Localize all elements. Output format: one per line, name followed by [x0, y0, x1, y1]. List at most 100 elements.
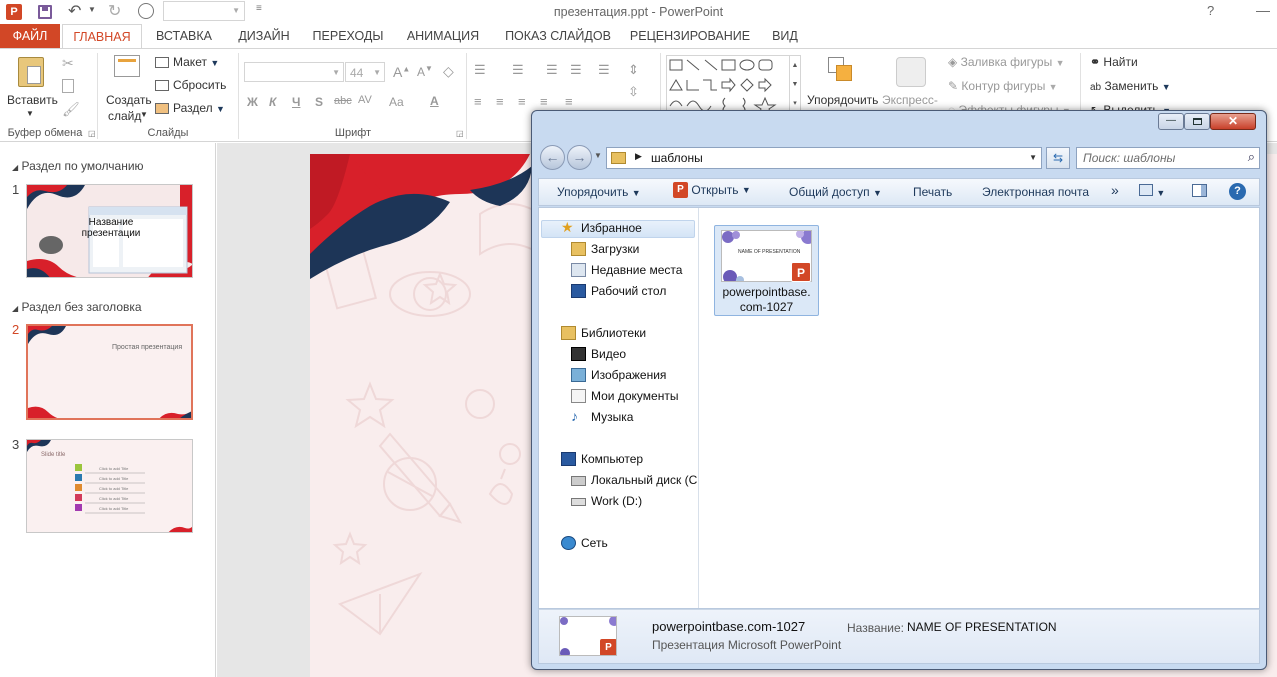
italic-button[interactable]: К [269, 95, 276, 109]
print-button[interactable]: Печать [913, 185, 952, 199]
nav-downloads[interactable]: Загрузки [571, 242, 639, 256]
underline-button[interactable]: Ч [292, 95, 300, 109]
numbering-icon[interactable]: ☰ [512, 62, 524, 78]
find-button[interactable]: ⚭ Найти [1090, 55, 1138, 69]
ribbon-tabs: ФАЙЛ ГЛАВНАЯ ВСТАВКА ДИЗАЙН ПЕРЕХОДЫ АНИ… [0, 24, 1277, 49]
align-text-icon[interactable]: ⇳ [628, 84, 639, 100]
replace-button[interactable]: ab Заменить ▼ [1090, 79, 1171, 93]
layout-button[interactable]: Макет ▼ [155, 55, 219, 69]
address-bar-row: ← → ▼ ▶ шаблоны ▼ ⇆ Поиск: шаблоны ⌕ [538, 143, 1260, 173]
change-view-button[interactable]: ▼ [1139, 184, 1165, 199]
justify-icon[interactable]: ≡ [540, 94, 548, 109]
nav-music[interactable]: ♪ Музыка [571, 408, 633, 424]
shapes-scroll-icon[interactable]: ▲ ▼ ▾ [789, 56, 800, 114]
tab-review[interactable]: РЕЦЕНЗИРОВАНИЕ [626, 24, 754, 48]
nav-documents[interactable]: Мои документы [571, 389, 678, 403]
new-slide-button[interactable]: Создать слайд ▼ [102, 53, 152, 123]
explorer-close-button[interactable]: ✕ [1210, 113, 1256, 130]
tab-insert[interactable]: ВСТАВКА [146, 24, 222, 48]
columns-icon[interactable]: ≡ [565, 94, 573, 109]
details-title-value[interactable]: NAME OF PRESENTATION [907, 620, 1057, 634]
slide-thumbnail-3[interactable]: Slide title Click to add Title Click to … [26, 439, 193, 533]
nav-network[interactable]: Сеть [561, 536, 608, 550]
font-name-combo[interactable]: ▼ [244, 62, 344, 82]
font-size-combo[interactable]: 44 ▼ [345, 62, 385, 82]
grow-font-icon[interactable]: A▲ [393, 64, 410, 80]
nav-desktop[interactable]: Рабочий стол [571, 284, 666, 298]
cut-icon[interactable]: ✂ [62, 55, 74, 72]
search-icon[interactable]: ⌕ [1248, 149, 1255, 165]
help-button[interactable]: ? [1207, 3, 1214, 18]
refresh-button[interactable]: ⇆ [1046, 147, 1070, 169]
forward-button[interactable]: → [567, 145, 592, 170]
increase-indent-icon[interactable]: ☰ [570, 62, 582, 78]
font-group-label: Шрифт [334, 127, 372, 139]
back-button[interactable]: ← [540, 145, 565, 170]
share-button[interactable]: Общий доступ ▼ [789, 185, 882, 199]
nav-computer-label: Компьютер [581, 452, 644, 466]
section-header-default[interactable]: ◢ Раздел по умолчанию [12, 159, 144, 173]
section-button[interactable]: Раздел ▼ [155, 101, 225, 115]
tab-file[interactable]: ФАЙЛ [0, 24, 60, 48]
font-launcher-icon[interactable]: ◲ [456, 129, 464, 138]
email-button[interactable]: Электронная почта [982, 185, 1089, 199]
align-right-icon[interactable]: ≡ [518, 94, 526, 109]
address-bar[interactable]: ▶ шаблоны ▼ [606, 147, 1042, 169]
more-commands-button[interactable]: » [1111, 182, 1119, 198]
clipboard-launcher-icon[interactable]: ◲ [88, 129, 96, 138]
search-input[interactable]: Поиск: шаблоны ⌕ [1076, 147, 1260, 169]
shadow-button[interactable]: S [315, 95, 323, 109]
copy-icon[interactable] [62, 79, 74, 93]
breadcrumb-arrow-icon[interactable]: ▶ [635, 151, 642, 162]
nav-images[interactable]: Изображения [571, 368, 666, 382]
new-slide-dropdown-icon: ▼ [140, 110, 148, 119]
align-left-icon[interactable]: ≡ [474, 94, 482, 109]
shape-fill-button[interactable]: ◈ Заливка фигуры ▼ [948, 55, 1064, 69]
slide-thumbnail-2[interactable]: Простая презентация [26, 324, 193, 420]
nav-computer[interactable]: Компьютер [561, 452, 644, 466]
nav-libraries[interactable]: Библиотеки [561, 326, 646, 340]
tab-transitions[interactable]: ПЕРЕХОДЫ [306, 24, 390, 48]
section-header-untitled[interactable]: ◢ Раздел без заголовка [12, 300, 142, 314]
file-item[interactable]: NAME OF PRESENTATION P powerpointbase. c… [714, 225, 819, 316]
explorer-minimize-button[interactable]: — [1158, 113, 1184, 130]
change-case-button[interactable]: Aa [389, 95, 404, 109]
font-color-icon[interactable]: A [430, 94, 439, 108]
shape-outline-button[interactable]: ✎ Контур фигуры ▼ [948, 79, 1058, 93]
character-spacing-button[interactable]: AV [358, 94, 372, 106]
shrink-font-icon[interactable]: A▼ [417, 64, 433, 79]
organize-button[interactable]: Упорядочить ▼ [557, 185, 641, 199]
align-center-icon[interactable]: ≡ [496, 94, 504, 109]
text-direction-icon[interactable]: ⇕ [628, 62, 639, 78]
minimize-button[interactable]: — [1256, 2, 1270, 18]
help-icon[interactable]: ? [1229, 183, 1246, 200]
tab-design[interactable]: ДИЗАЙН [228, 24, 300, 48]
line-spacing-icon[interactable]: ☰ [598, 62, 610, 78]
paste-button[interactable]: Вставить ▼ [4, 55, 58, 121]
address-dropdown-icon[interactable]: ▼ [1029, 153, 1037, 162]
tab-animation[interactable]: АНИМАЦИЯ [396, 24, 490, 48]
explorer-maximize-button[interactable] [1184, 113, 1210, 130]
preview-pane-button[interactable] [1192, 184, 1207, 200]
breadcrumb-current-folder[interactable]: шаблоны [651, 151, 703, 165]
slide-thumbnail-1[interactable]: Название презентации [26, 184, 193, 278]
strikethrough-button[interactable]: abc [334, 95, 352, 107]
bullets-icon[interactable]: ☰ [474, 62, 486, 78]
format-painter-icon[interactable]: 🖌 [62, 101, 80, 118]
decrease-indent-icon[interactable]: ☰ [546, 62, 558, 78]
nav-video[interactable]: Видео [571, 347, 626, 361]
bold-button[interactable]: Ж [247, 95, 258, 109]
recent-pages-dropdown-icon[interactable]: ▼ [594, 151, 602, 160]
tab-home[interactable]: ГЛАВНАЯ [62, 24, 142, 49]
clear-formatting-icon[interactable]: ◇ [443, 63, 454, 80]
tab-slideshow[interactable]: ПОКАЗ СЛАЙДОВ [496, 24, 620, 48]
shapes-gallery[interactable]: ▲ ▼ ▾ [666, 55, 801, 116]
nav-work-disk[interactable]: Work (D:) [571, 494, 642, 508]
nav-recent[interactable]: Недавние места [571, 263, 682, 277]
tab-view[interactable]: ВИД [760, 24, 810, 48]
reset-button[interactable]: Сбросить [155, 78, 226, 92]
open-button[interactable]: P Открыть ▼ [673, 182, 751, 198]
nav-favorites[interactable]: ★ Избранное [561, 219, 642, 235]
folder-icon [611, 152, 626, 164]
nav-local-disk[interactable]: Локальный диск (C [571, 473, 697, 487]
